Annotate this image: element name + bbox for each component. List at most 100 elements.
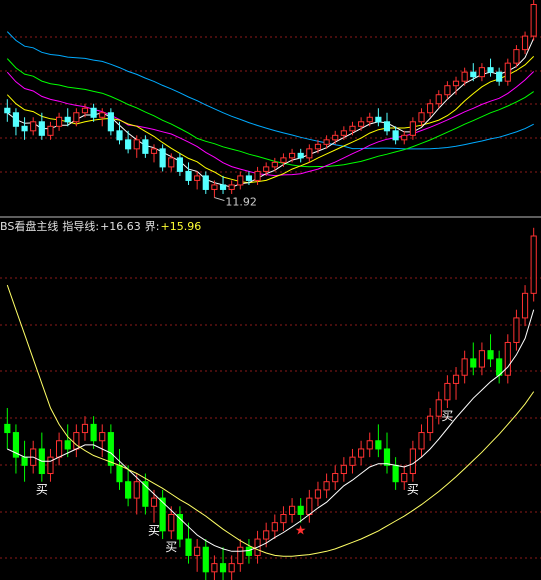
candle-down [202,175,209,190]
guide-label: 指导线: [62,220,100,233]
candle-up [263,166,270,172]
candle-up [288,152,296,159]
candle-down [4,107,11,114]
indicator-candle-down [392,464,399,483]
candle-up [150,148,158,154]
indicator-name: BS看盘主线 [0,220,59,233]
indicator-candle-up [263,530,270,540]
candle-up [194,175,201,181]
indicator-candle-up [81,423,89,434]
indicator-candle-down [125,481,132,499]
candle-down [107,112,114,132]
indicator-candle-up [211,563,218,573]
candle-up [358,121,365,127]
candle-up [237,175,244,186]
buy-signal: 买 [441,409,453,423]
bound-line [6,284,535,557]
candle-down [21,125,28,132]
candle-down [392,130,399,141]
indicator-candle-up [56,440,63,458]
candle-down [176,157,183,172]
indicator-candle-up [280,513,287,524]
indicator-candle-up [366,440,373,450]
candle-up [314,143,322,150]
indicator-candle-down [185,538,192,556]
ma60-line [6,31,534,150]
candle-up [254,170,261,181]
buy-signal: 买 [407,483,419,497]
indicator-candle-down [219,563,227,573]
guide-value: +16.63 [100,220,141,233]
indicator-candle-up [332,473,339,483]
indicator-candle-up [530,235,537,294]
candle-up [168,157,175,168]
indicator-candle-up [427,415,434,434]
candle-down [383,121,391,132]
candle-up [271,161,278,168]
indicator-candle-up [314,489,322,499]
candle-down [142,139,149,154]
indicator-candle-up [306,497,313,515]
indicator-candle-down [297,505,304,515]
buy-signal: 买 [36,483,48,497]
candle-up [349,125,356,132]
candle-up [478,67,485,78]
candle-up [99,112,106,118]
indicator-candle-up [323,481,330,491]
indicator-candle-down [159,497,166,532]
indicator-candle-up [452,374,460,384]
candle-up [401,134,408,141]
low-marker-line [214,197,225,202]
candle-up [81,107,89,114]
chart-canvas[interactable]: 11.92买买买买买买★ [0,0,541,580]
candle-up [418,112,425,123]
candle-up [30,121,37,132]
star-signal: ★ [295,524,307,539]
candle-down [185,170,192,181]
indicator-header: BS看盘主线 指导线:+16.63 界:+15.96 [0,219,201,235]
indicator-candle-up [521,292,529,319]
candle-up [323,139,330,145]
candle-down [12,112,20,127]
buy-signal: 买 [165,540,177,554]
candle-down [159,148,166,168]
indicator-candle-up [47,456,54,475]
candle-up [461,71,468,82]
candle-up [513,49,520,64]
indicator-candle-up [340,464,347,475]
candle-down [125,139,132,150]
candle-up [504,62,511,82]
candle-down [90,107,97,118]
indicator-candle-up [228,563,235,573]
indicator-candle-up [461,358,468,376]
candle-up [73,112,80,123]
candle-up [521,35,529,51]
candle-up [280,157,287,163]
indicator-candle-up [150,497,158,507]
indicator-candle-up [194,546,201,556]
candle-down [487,67,494,73]
indicator-candle-up [237,546,244,565]
indicator-candle-down [64,440,71,450]
indicator-candle-down [470,358,477,368]
candle-up [56,116,63,127]
indicator-candle-up [513,317,520,343]
indicator-candle-up [349,456,356,466]
indicator-candle-down [487,350,494,360]
candle-up [435,94,442,105]
candle-down [38,121,45,136]
indicator-candle-up [288,505,296,515]
indicator-candle-up [504,341,511,376]
candle-up [211,184,218,190]
candle-up [340,130,347,136]
candle-up [427,103,434,114]
ma10-line [6,56,535,184]
indicator-candle-down [4,423,11,434]
bound-value: +15.96 [160,220,202,233]
indicator-candle-up [168,513,175,532]
candle-up [332,134,339,141]
indicator-candle-up [409,448,416,475]
indicator-candle-up [358,448,365,458]
candle-down [219,184,227,190]
indicator-candle-down [90,423,97,442]
